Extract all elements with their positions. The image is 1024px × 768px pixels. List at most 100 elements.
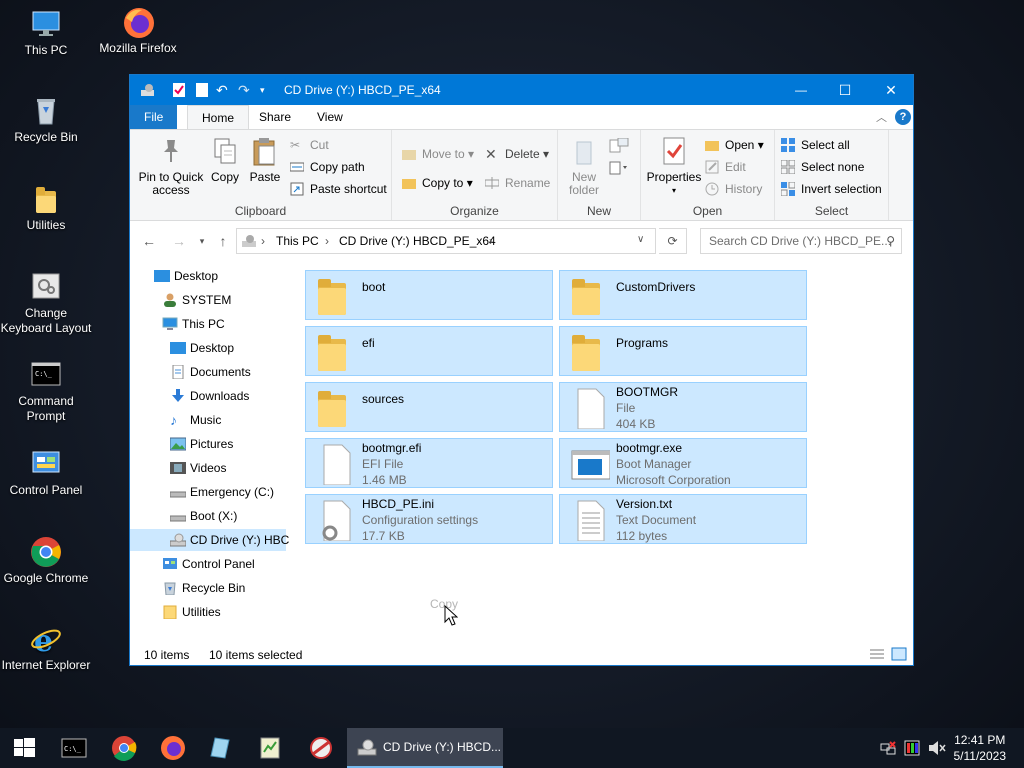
redo-icon[interactable]: ↷ xyxy=(238,82,252,98)
desktop-icon-internet-explorer[interactable]: e Internet Explorer xyxy=(0,623,92,673)
title-bar[interactable]: ↶ ↷ ▾ CD Drive (Y:) HBCD_PE_x64 — ☐ ✕ xyxy=(130,75,913,105)
volume-muted-icon[interactable] xyxy=(928,740,946,756)
nav-item-boot-x[interactable]: Boot (X:) xyxy=(170,505,284,527)
nav-item-control-panel[interactable]: Control Panel xyxy=(162,553,284,575)
desktop-icon-command-prompt[interactable]: C:\_ Command Prompt xyxy=(0,359,92,424)
nav-item-music[interactable]: ♪ Music xyxy=(170,409,284,431)
desktop-icon-this-pc[interactable]: This PC xyxy=(0,8,92,58)
up-arrow-icon[interactable]: ↑ xyxy=(215,233,231,249)
forward-arrow-icon[interactable]: → xyxy=(171,233,187,249)
taskbar-command-prompt-icon[interactable]: C:\_ xyxy=(60,734,88,762)
nav-item-emergency-c[interactable]: Emergency (C:) xyxy=(170,481,284,503)
file-tile-customdrivers[interactable]: CustomDrivers xyxy=(559,270,807,320)
nav-item-cd-drive-y[interactable]: CD Drive (Y:) HBC xyxy=(130,529,289,551)
file-tile-bootmgr-exe[interactable]: bootmgr.exe Boot Manager Microsoft Corpo… xyxy=(559,438,807,488)
pin-to-quick-access-button[interactable]: Pin to Quick access xyxy=(136,136,206,197)
svg-text:e: e xyxy=(34,624,53,655)
file-tile-hbcd-pe-ini[interactable]: HBCD_PE.ini Configuration settings 17.7 … xyxy=(305,494,553,544)
file-tile-programs[interactable]: Programs xyxy=(559,326,807,376)
collapse-ribbon-icon[interactable]: ︿ xyxy=(876,109,887,125)
refresh-button[interactable]: ⟳ xyxy=(659,228,687,254)
download-arrow-icon xyxy=(172,389,184,402)
nav-item-downloads[interactable]: Downloads xyxy=(170,385,284,407)
tab-home[interactable]: Home xyxy=(187,105,250,129)
new-folder-quick-icon[interactable] xyxy=(195,82,209,98)
new-folder-button[interactable]: New folder xyxy=(564,136,604,197)
nav-item-documents[interactable]: Documents xyxy=(170,361,284,383)
desktop-icon-label: This PC xyxy=(24,43,68,57)
display-color-icon[interactable] xyxy=(904,740,920,756)
recent-locations-icon[interactable]: ▾ xyxy=(194,233,210,249)
file-tile-version-txt[interactable]: Version.txt Text Document 112 bytes xyxy=(559,494,807,544)
start-windows-icon[interactable] xyxy=(10,734,38,762)
tab-share[interactable]: Share xyxy=(245,105,305,129)
desktop-icon-firefox[interactable]: Mozilla Firefox xyxy=(92,6,184,56)
back-arrow-icon[interactable]: ← xyxy=(141,233,157,249)
desktop-icon-utilities[interactable]: Utilities xyxy=(0,183,92,233)
address-history-chevron-icon[interactable]: ∨ xyxy=(637,234,644,245)
cut-button[interactable]: ✂ Cut xyxy=(290,136,329,154)
copy-to-button[interactable]: Copy to ▾ xyxy=(402,174,473,192)
nav-item-videos[interactable]: Videos xyxy=(170,457,284,479)
copy-path-button[interactable]: Copy path xyxy=(290,158,365,176)
invert-selection-button[interactable]: Invert selection xyxy=(781,180,882,198)
select-all-button[interactable]: Select all xyxy=(781,136,850,154)
select-none-button[interactable]: Select none xyxy=(781,158,864,176)
large-icons-view-icon[interactable] xyxy=(891,647,907,661)
taskbar-notepad-icon[interactable] xyxy=(207,734,235,762)
open-button[interactable]: Open ▾ xyxy=(705,136,764,154)
breadcrumb-cd-drive[interactable]: CD Drive (Y:) HBCD_PE_x64 xyxy=(339,234,496,248)
tab-view[interactable]: View xyxy=(303,105,357,129)
nav-item-system[interactable]: SYSTEM xyxy=(162,289,284,311)
folder-icon xyxy=(318,335,346,371)
taskbar-firefox-icon[interactable] xyxy=(159,734,187,762)
nav-item-utilities[interactable]: Utilities xyxy=(162,601,284,623)
nav-item-this-pc[interactable]: This PC xyxy=(162,313,284,335)
desktop-icon-chrome[interactable]: Google Chrome xyxy=(0,536,92,586)
taskbar-chrome-icon[interactable] xyxy=(110,734,138,762)
undo-icon[interactable]: ↶ xyxy=(216,82,230,98)
file-tile-bootmgr[interactable]: BOOTMGR File 404 KB xyxy=(559,382,807,432)
desktop-icon-keyboard-layout[interactable]: Change Keyboard Layout xyxy=(0,271,92,336)
file-tile-sources[interactable]: sources xyxy=(305,382,553,432)
easy-access-icon[interactable] xyxy=(608,160,630,176)
properties-quick-icon[interactable] xyxy=(172,82,186,98)
address-bar[interactable]: › This PC › CD Drive (Y:) HBCD_PE_x64 › … xyxy=(236,228,656,254)
close-button[interactable]: ✕ xyxy=(868,75,914,105)
firefox-icon xyxy=(122,6,154,38)
file-tile-efi[interactable]: efi xyxy=(305,326,553,376)
folder-icon xyxy=(318,391,346,427)
move-to-button[interactable]: Move to ▾ xyxy=(402,145,474,163)
rename-button[interactable]: Rename xyxy=(485,174,550,192)
edit-button[interactable]: Edit xyxy=(705,158,746,176)
help-icon[interactable]: ? xyxy=(895,109,911,125)
file-tile-bootmgr-efi[interactable]: bootmgr.efi EFI File 1.46 MB xyxy=(305,438,553,488)
system-clock[interactable]: 12:41 PM 5/11/2023 xyxy=(954,732,1007,764)
tab-file[interactable]: File xyxy=(130,105,178,129)
nav-item-recycle-bin[interactable]: Recycle Bin xyxy=(162,577,284,599)
nav-item-desktop-root[interactable]: Desktop xyxy=(154,265,284,287)
breadcrumb-this-pc[interactable]: This PC xyxy=(276,234,319,248)
desktop-icon-recycle-bin[interactable]: Recycle Bin xyxy=(0,95,92,145)
copy-button[interactable]: Copy xyxy=(208,136,242,184)
minimize-button[interactable]: — xyxy=(778,75,824,105)
properties-button[interactable]: Properties ▾ xyxy=(645,136,703,197)
details-view-icon[interactable] xyxy=(869,647,885,661)
search-input[interactable]: Search CD Drive (Y:) HBCD_PE... ⚲ xyxy=(700,228,902,254)
history-button[interactable]: History xyxy=(705,180,762,198)
taskbar-editor-icon[interactable] xyxy=(256,734,284,762)
network-icon[interactable] xyxy=(880,740,896,756)
new-item-icon[interactable] xyxy=(608,137,630,154)
taskbar-explorer-button[interactable]: CD Drive (Y:) HBCD... xyxy=(347,728,503,768)
file-tile-boot[interactable]: boot xyxy=(305,270,553,320)
paste-button[interactable]: Paste xyxy=(248,136,282,184)
customize-quick-access-icon[interactable]: ▾ xyxy=(260,82,274,98)
paste-shortcut-button[interactable]: Paste shortcut xyxy=(290,180,387,198)
nav-item-pictures[interactable]: Pictures xyxy=(170,433,284,455)
desktop-icon-control-panel[interactable]: Control Panel xyxy=(0,448,92,498)
delete-button[interactable]: ✕ Delete ▾ xyxy=(485,145,549,163)
taskbar-tools-icon[interactable] xyxy=(307,734,335,762)
nav-item-desktop[interactable]: Desktop xyxy=(170,337,284,359)
maximize-button[interactable]: ☐ xyxy=(822,75,868,105)
desktop-icon-label: Control Panel xyxy=(9,483,83,497)
